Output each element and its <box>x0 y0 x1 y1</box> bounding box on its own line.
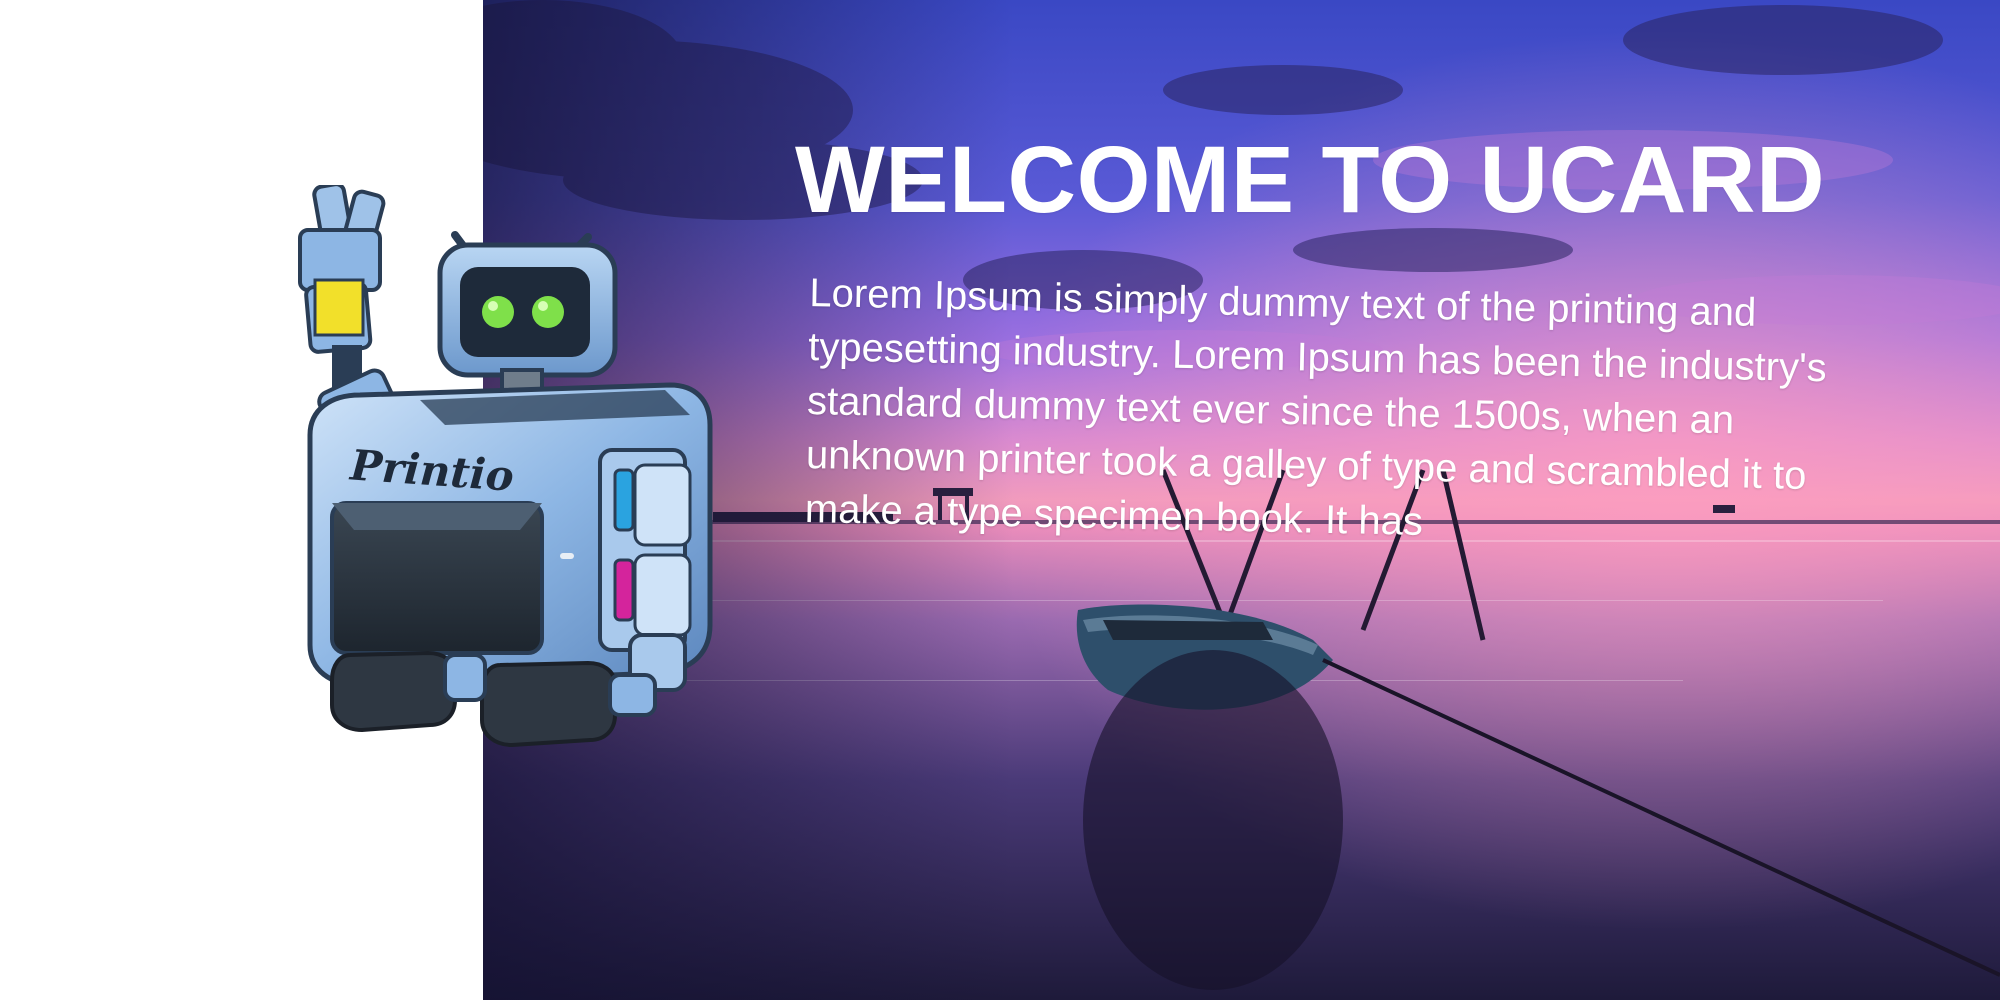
hero-description: Lorem Ipsum is simply dummy text of the … <box>804 270 1828 544</box>
printer-robot-icon: Printio <box>270 185 720 775</box>
landing-page: Printio WELCOME TO UCARD Lorem Ipsum is … <box>0 0 2000 1000</box>
hero-title: WELCOME TO UCARD <box>795 127 1826 233</box>
